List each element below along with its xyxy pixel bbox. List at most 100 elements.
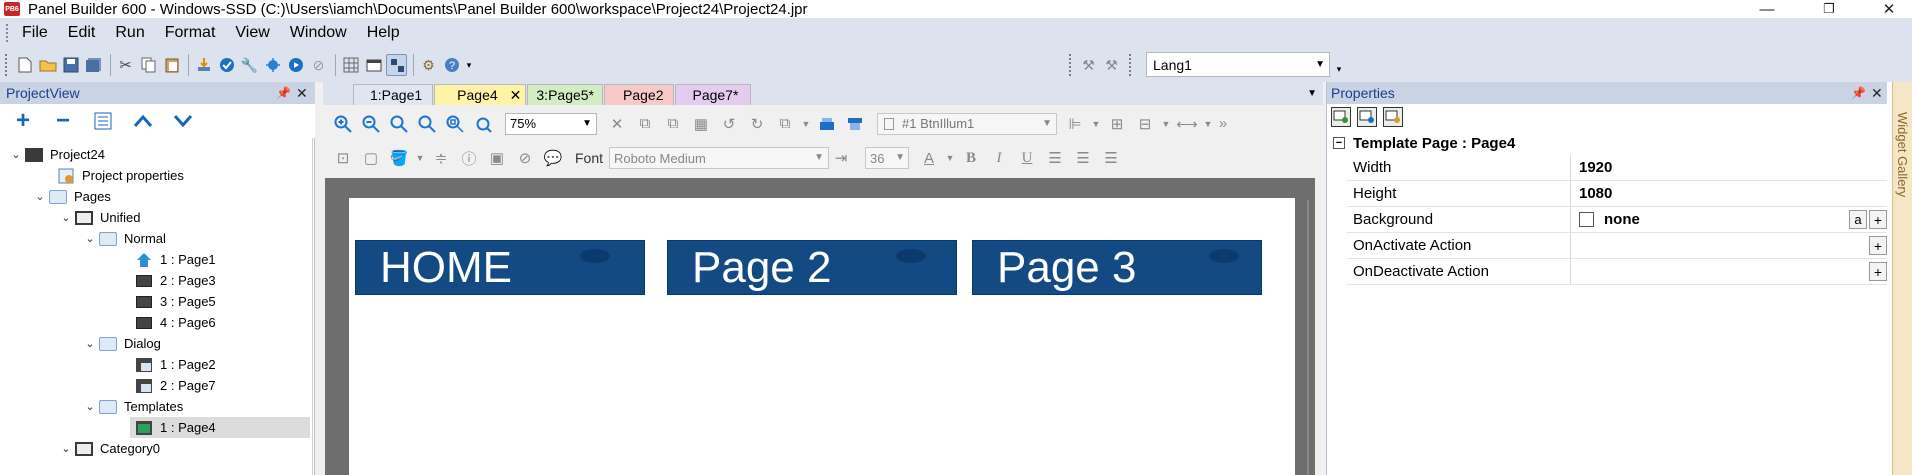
chevron-down-icon[interactable]: ⌄	[82, 337, 98, 350]
new-file-icon[interactable]	[14, 54, 35, 76]
toolbar-grip[interactable]	[5, 54, 9, 76]
tab-page1[interactable]: 1:Page1	[353, 84, 434, 105]
menu-view[interactable]: View	[225, 24, 279, 42]
expand-button[interactable]: +	[1869, 236, 1887, 255]
zoom-out-icon[interactable]	[359, 112, 383, 136]
property-background[interactable]: Background none a +	[1347, 207, 1887, 233]
chevron-down-icon[interactable]: ⌄	[32, 190, 48, 203]
align-center-icon[interactable]: ☰	[1071, 146, 1095, 170]
minimize-button[interactable]: —	[1744, 0, 1790, 18]
copy-icon[interactable]	[138, 54, 159, 76]
tree-project[interactable]: ⌄ Project24	[8, 144, 105, 165]
close-window-button[interactable]: ✕	[1866, 0, 1912, 18]
spacing-dropdown-icon[interactable]: ▼	[1203, 112, 1213, 136]
tree-page-item[interactable]: 2 : Page3	[134, 270, 216, 291]
cut-icon[interactable]: ✂	[115, 54, 136, 76]
template-page-group[interactable]: − Template Page : Page4	[1327, 132, 1887, 154]
toolbar-grip[interactable]	[1129, 54, 1133, 76]
advanced-view-icon[interactable]	[1357, 107, 1377, 127]
zoom-page-icon[interactable]	[415, 112, 439, 136]
zoom-fit-icon[interactable]	[387, 112, 411, 136]
open-folder-icon[interactable]	[37, 54, 58, 76]
comment-icon[interactable]: 💬	[541, 146, 565, 170]
tabs-menu-icon[interactable]: ▼	[1307, 88, 1317, 99]
paste-icon[interactable]	[161, 54, 182, 76]
rotate-left-icon[interactable]: ↺	[717, 112, 741, 136]
menu-run[interactable]: Run	[105, 24, 154, 42]
fill-dropdown-icon[interactable]: ▼	[415, 146, 425, 170]
clear-format-icon[interactable]: ⊘	[513, 146, 537, 170]
group-icon[interactable]: ⧉	[633, 112, 657, 136]
property-onactivate[interactable]: OnActivate Action +	[1347, 233, 1887, 259]
collapse-icon[interactable]: −	[1333, 137, 1345, 149]
menu-format[interactable]: Format	[155, 24, 226, 42]
tree-unified[interactable]: ⌄ Unified	[58, 207, 140, 228]
font-select[interactable]: Roboto Medium ▼	[609, 147, 830, 169]
attach-button[interactable]: a	[1849, 210, 1867, 229]
property-value[interactable]: 1920	[1571, 155, 1887, 180]
pin-icon[interactable]: 📌	[276, 86, 291, 100]
tools-icon[interactable]: ⚒	[1078, 54, 1099, 76]
tree-normal[interactable]: ⌄ Normal	[82, 228, 166, 249]
layout-icon[interactable]	[386, 54, 407, 76]
stop-icon[interactable]: ⊘	[308, 54, 329, 76]
delete-icon[interactable]: ✕	[605, 112, 629, 136]
tree-page-item[interactable]: 4 : Page6	[134, 312, 216, 333]
save-all-icon[interactable]	[83, 54, 104, 76]
align-dropdown-icon[interactable]: ▼	[1091, 112, 1101, 136]
tree-templates[interactable]: ⌄ Templates	[82, 396, 183, 417]
chevron-down-icon[interactable]: ⌄	[82, 232, 98, 245]
tab-page5[interactable]: 3:Page5*	[527, 84, 603, 105]
italic-button[interactable]: I	[987, 146, 1011, 170]
arrange-icon[interactable]: ⧉	[773, 112, 797, 136]
categorized-view-icon[interactable]	[1331, 107, 1351, 127]
page3-nav-button[interactable]: Page 3	[972, 240, 1262, 295]
font-size-select[interactable]: 36 ▼	[865, 147, 910, 169]
menu-file[interactable]: File	[12, 24, 58, 42]
zoom-select[interactable]: 75% ▼	[505, 112, 597, 135]
size-dropdown-icon[interactable]: ▼	[1161, 112, 1171, 136]
info-icon[interactable]: ⓘ	[457, 146, 481, 170]
settings-icon[interactable]: ⚙	[418, 54, 439, 76]
help-icon[interactable]: ?	[441, 54, 462, 76]
page-canvas[interactable]: HOME Page 2 Page 3	[349, 198, 1295, 475]
fill-color-icon[interactable]: 🪣	[387, 146, 411, 170]
validate-icon[interactable]	[216, 54, 237, 76]
zoom-in-icon[interactable]	[331, 112, 355, 136]
overflow-icon[interactable]: »	[1217, 112, 1229, 136]
tree-page-item-selected[interactable]: 1 : Page4	[130, 417, 310, 438]
property-value[interactable]: +	[1571, 233, 1887, 258]
property-value[interactable]: 1080	[1571, 181, 1887, 206]
property-height[interactable]: Height 1080	[1347, 181, 1887, 207]
language-select[interactable]: Lang1 ▼	[1146, 52, 1330, 77]
object-select[interactable]: #1 BtnIllum1 ▼	[877, 112, 1057, 135]
background-checkbox[interactable]	[1579, 212, 1594, 227]
move-down-icon[interactable]	[170, 108, 196, 134]
line-style-icon[interactable]: ≑	[429, 146, 453, 170]
property-value[interactable]: none a +	[1571, 207, 1887, 232]
window-icon[interactable]	[363, 54, 384, 76]
tab-page4[interactable]: Page4 ✕	[434, 84, 527, 105]
tab-page7[interactable]: Page7*	[675, 84, 752, 105]
widget-gallery-tab[interactable]: Widget Gallery	[1892, 82, 1912, 475]
home-nav-button[interactable]: HOME	[355, 240, 645, 295]
text-indent-icon[interactable]: ⇥	[829, 146, 853, 170]
tree-page-item[interactable]: 2 : Page7	[134, 375, 216, 396]
page2-nav-button[interactable]: Page 2	[667, 240, 957, 295]
tools-alt-icon[interactable]: ⚒	[1101, 54, 1122, 76]
tree-pages[interactable]: ⌄ Pages	[32, 186, 110, 207]
grid-icon[interactable]	[340, 54, 361, 76]
close-icon[interactable]: ✕	[296, 85, 308, 102]
layer-front-icon[interactable]	[815, 112, 839, 136]
download-icon[interactable]	[193, 54, 214, 76]
menu-edit[interactable]: Edit	[58, 24, 106, 42]
pin-icon[interactable]: 📌	[1851, 86, 1866, 100]
canvas-scrollbar[interactable]	[1307, 200, 1309, 475]
tree-page-item[interactable]: 1 : Page2	[134, 354, 216, 375]
align-left-icon[interactable]: ☰	[1043, 146, 1067, 170]
expand-button[interactable]: +	[1869, 262, 1887, 281]
tree-project-properties[interactable]: Project properties	[56, 165, 184, 186]
size-icon[interactable]: ⊟	[1133, 112, 1157, 136]
spacing-icon[interactable]: ⟷	[1175, 112, 1199, 136]
maximize-button[interactable]: ❐	[1806, 0, 1852, 18]
